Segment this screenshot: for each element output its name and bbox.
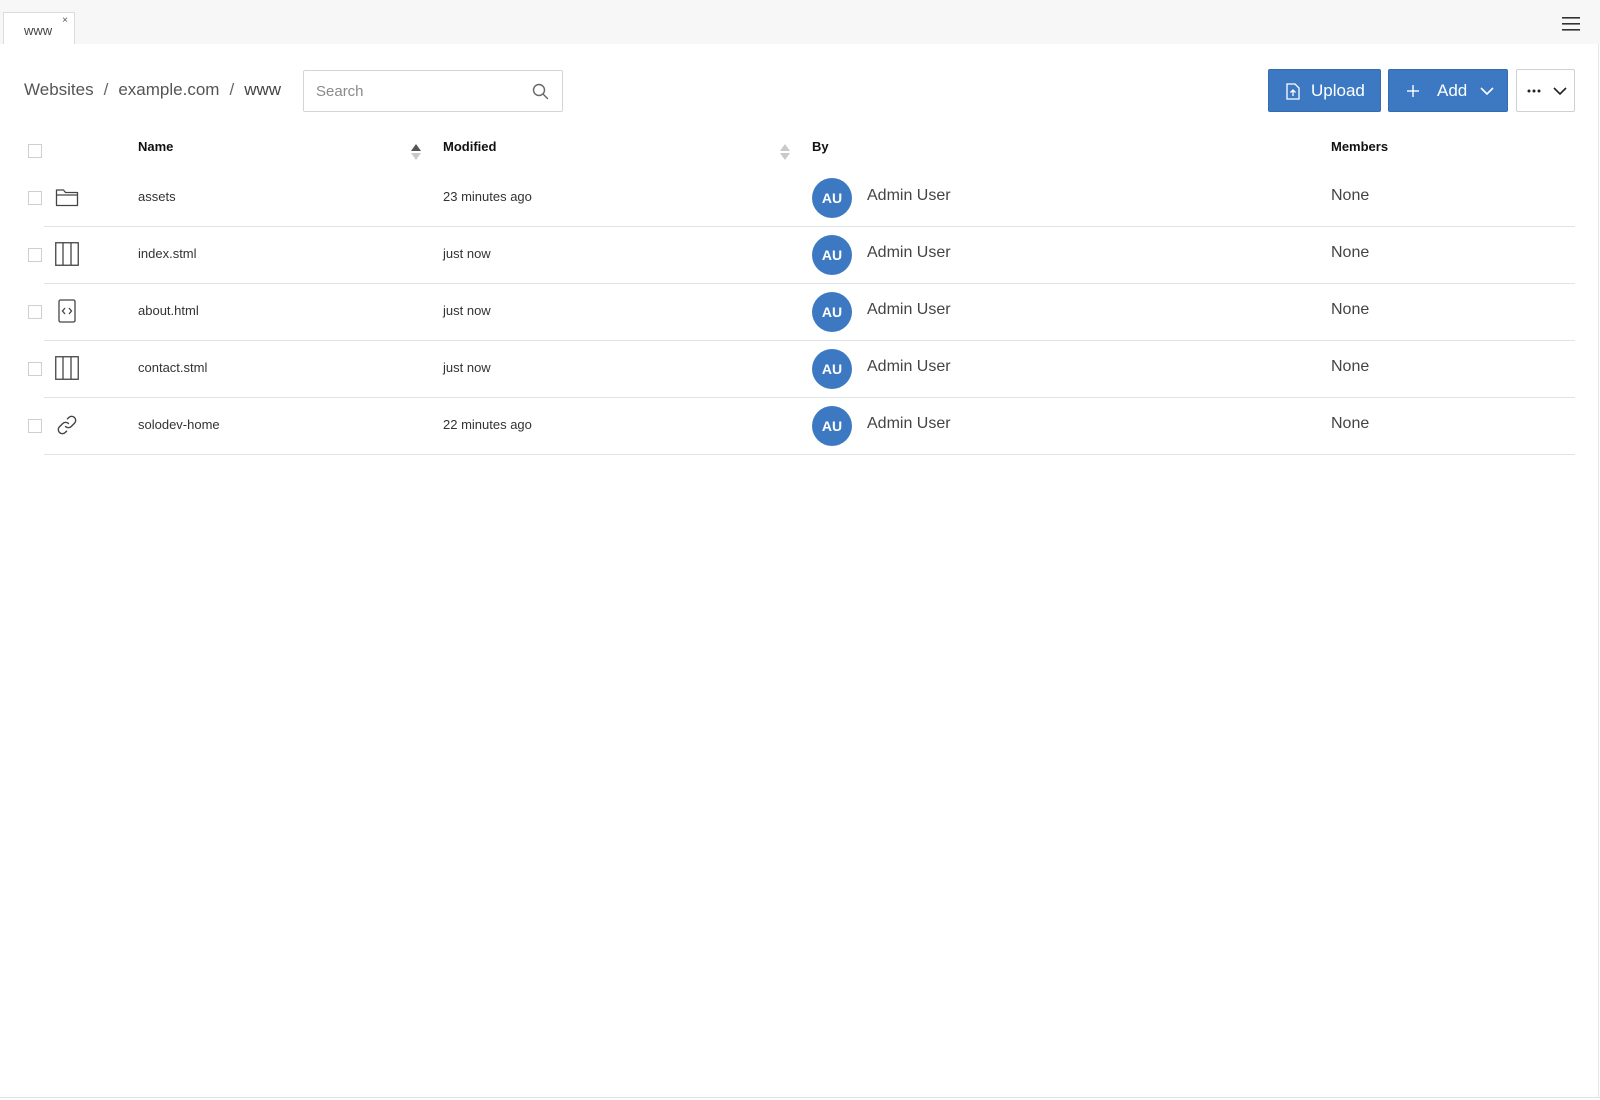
upload-button[interactable]: Upload xyxy=(1268,69,1381,112)
breadcrumb: Websites / example.com / www xyxy=(24,80,281,100)
avatar: AU xyxy=(812,235,852,275)
link-icon xyxy=(57,415,77,435)
modified-time: just now xyxy=(443,246,491,261)
breadcrumb-item-example-com[interactable]: example.com xyxy=(118,80,219,100)
divider xyxy=(1598,44,1599,1098)
members-value: None xyxy=(1331,358,1370,375)
folder-icon xyxy=(55,189,79,207)
breadcrumb-item-www: www xyxy=(244,80,282,99)
author-name: Admin User xyxy=(867,301,951,318)
tab-close-icon[interactable]: × xyxy=(62,16,68,26)
author-name: Admin User xyxy=(867,187,951,204)
members-value: None xyxy=(1331,301,1370,318)
chevron-down-icon xyxy=(1553,87,1567,96)
author-name: Admin User xyxy=(867,358,951,375)
search-input[interactable] xyxy=(316,71,516,111)
divider xyxy=(0,1097,1600,1098)
modified-time: 23 minutes ago xyxy=(443,189,532,204)
avatar: AU xyxy=(812,406,852,446)
file-name-link[interactable]: index.stml xyxy=(138,246,197,261)
modified-time: just now xyxy=(443,360,491,375)
code-file-icon xyxy=(58,299,76,323)
avatar: AU xyxy=(812,292,852,332)
avatar: AU xyxy=(812,349,852,389)
row-divider xyxy=(44,454,1575,455)
modified-time: 22 minutes ago xyxy=(443,417,532,432)
table-row[interactable]: assets 23 minutes ago AU Admin User None xyxy=(0,170,1575,227)
author-name: Admin User xyxy=(867,244,951,261)
column-header-by: By xyxy=(812,139,829,154)
upload-button-label: Upload xyxy=(1311,81,1365,100)
table-row[interactable]: about.html just now AU Admin User None xyxy=(0,284,1575,341)
row-checkbox[interactable] xyxy=(28,419,42,433)
ellipsis-icon xyxy=(1527,89,1541,93)
avatar: AU xyxy=(812,178,852,218)
plus-icon xyxy=(1407,85,1419,97)
add-button[interactable]: Add xyxy=(1388,69,1508,112)
breadcrumb-item-websites[interactable]: Websites xyxy=(24,80,94,100)
author-name: Admin User xyxy=(867,415,951,432)
template-icon xyxy=(55,242,79,266)
tab-bar: www × xyxy=(0,0,1600,45)
row-checkbox[interactable] xyxy=(28,248,42,262)
file-name-link[interactable]: assets xyxy=(138,189,176,204)
template-icon xyxy=(55,356,79,380)
column-header-members: Members xyxy=(1331,139,1389,154)
tab-label: www xyxy=(24,23,53,38)
table-row[interactable]: index.stml just now AU Admin User None xyxy=(0,227,1575,284)
tab-www[interactable]: www × xyxy=(3,12,75,45)
row-checkbox[interactable] xyxy=(28,305,42,319)
more-actions-button[interactable] xyxy=(1516,69,1575,112)
breadcrumb-separator: / xyxy=(103,80,109,99)
search-icon[interactable] xyxy=(532,83,549,100)
table-row[interactable]: solodev-home 22 minutes ago AU Admin Use… xyxy=(0,398,1575,455)
members-value: None xyxy=(1331,187,1370,204)
chevron-down-icon xyxy=(1480,87,1494,96)
hamburger-menu-icon[interactable] xyxy=(1562,16,1580,32)
file-name-link[interactable]: solodev-home xyxy=(138,417,220,432)
breadcrumb-separator: / xyxy=(229,80,235,99)
search-box xyxy=(303,70,563,112)
table-row[interactable]: contact.stml just now AU Admin User None xyxy=(0,341,1575,398)
file-name-link[interactable]: contact.stml xyxy=(138,360,207,375)
row-checkbox[interactable] xyxy=(28,362,42,376)
upload-file-icon xyxy=(1286,83,1300,100)
file-name-link[interactable]: about.html xyxy=(138,303,199,318)
modified-time: just now xyxy=(443,303,491,318)
sort-icon[interactable] xyxy=(780,144,790,160)
sort-ascending-icon[interactable] xyxy=(411,144,421,160)
column-header-name[interactable]: Name xyxy=(138,139,173,154)
column-header-modified[interactable]: Modified xyxy=(443,139,496,154)
row-checkbox[interactable] xyxy=(28,191,42,205)
members-value: None xyxy=(1331,244,1370,261)
select-all-checkbox[interactable] xyxy=(28,144,42,158)
add-button-label: Add xyxy=(1437,81,1468,100)
members-value: None xyxy=(1331,415,1370,432)
